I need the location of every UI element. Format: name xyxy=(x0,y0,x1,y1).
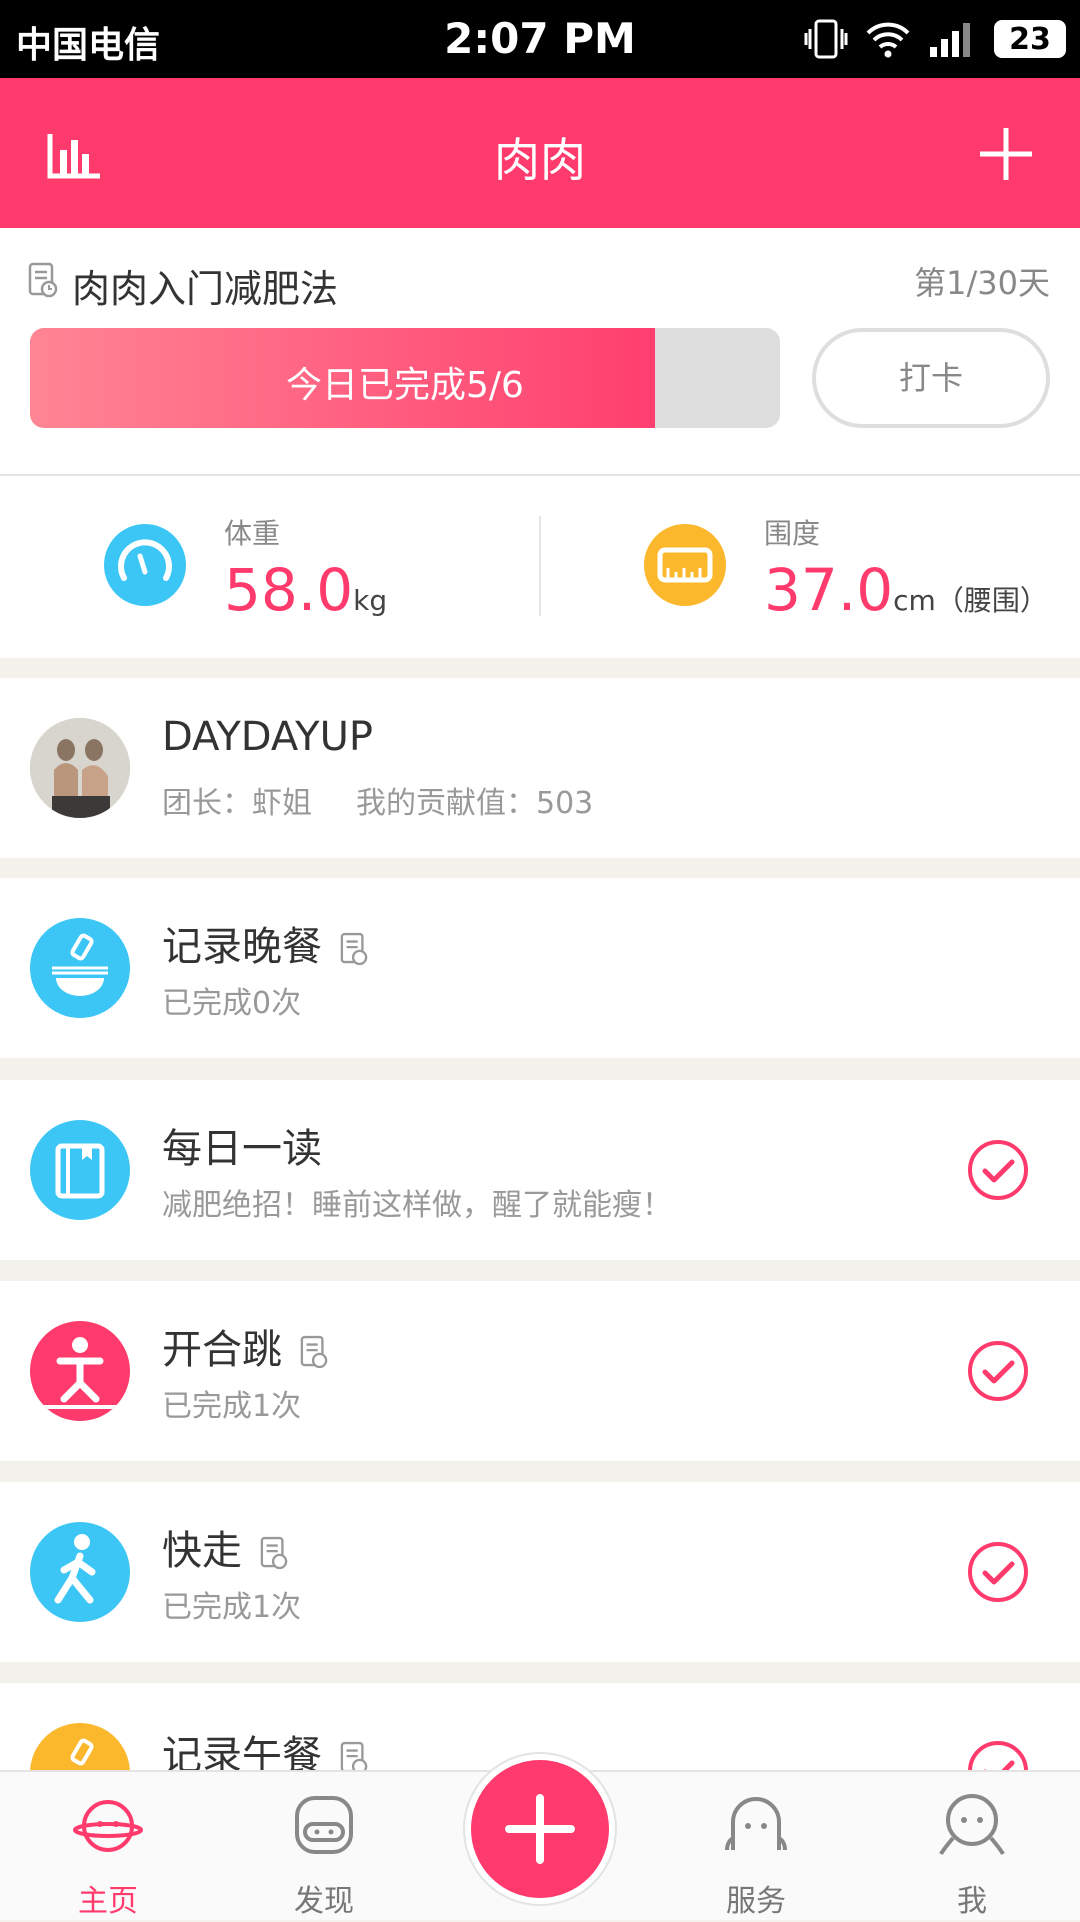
tab-label: 发现 xyxy=(294,1884,354,1919)
girth-metric[interactable]: 围度 37.0cm（腰围） xyxy=(540,476,1080,658)
group-contribution: 我的贡献值：503 xyxy=(356,786,594,821)
page-title: 肉肉 xyxy=(494,133,586,187)
group-leader: 团长：虾姐 xyxy=(162,786,312,821)
body-metrics: 体重 58.0kg 围度 37.0cm（腰围） xyxy=(0,476,1080,658)
discover-face-icon xyxy=(295,1796,353,1854)
status-icons: 23 xyxy=(804,16,1066,62)
weight-unit: kg xyxy=(353,584,388,617)
status-bar: 中国电信 2:07 PM 23 xyxy=(0,0,1080,78)
tape-measure-icon xyxy=(644,524,726,606)
check-circle-icon[interactable] xyxy=(966,1540,1030,1604)
daily-progress-bar: 今日已完成5/6 xyxy=(30,328,780,428)
check-circle-icon[interactable] xyxy=(966,1138,1030,1202)
progress-label: 今日已完成5/6 xyxy=(286,365,524,406)
girth-value: 37.0 xyxy=(764,556,894,624)
task-title-text: 记录晚餐 xyxy=(162,924,322,970)
group-name: DAYDAYUP xyxy=(162,714,373,760)
weight-value-row: 58.0kg xyxy=(224,556,387,624)
gauge-icon xyxy=(104,524,186,606)
jumping-jack-icon xyxy=(30,1321,130,1421)
plan-day-counter: 第1/30天 xyxy=(914,264,1050,302)
weight-caption: 体重 xyxy=(224,517,281,550)
group-card[interactable]: DAYDAYUP 团长：虾姐 我的贡献值：503 xyxy=(0,678,1080,858)
task-title-text: 快走 xyxy=(162,1528,242,1574)
home-face-icon xyxy=(73,1800,143,1852)
task-card[interactable]: 快走 已完成1次 xyxy=(0,1482,1080,1662)
checkin-button[interactable]: 打卡 xyxy=(812,328,1050,428)
task-subtitle: 已完成0次 xyxy=(162,986,302,1021)
plus-icon xyxy=(505,1794,575,1864)
walking-icon xyxy=(30,1522,130,1622)
signal-icon xyxy=(930,23,970,57)
task-card[interactable]: 每日一读 减肥绝招！睡前这样做，醒了就能瘦！ xyxy=(0,1080,1080,1260)
girth-note: （腰围） xyxy=(935,584,1048,617)
weight-value: 58.0 xyxy=(224,556,354,624)
weight-metric[interactable]: 体重 58.0kg xyxy=(0,476,540,658)
task-title-text: 开合跳 xyxy=(162,1327,282,1373)
task-title: 开合跳 xyxy=(162,1317,328,1375)
doc-schedule-icon xyxy=(340,932,368,966)
me-face-icon xyxy=(939,1794,1005,1855)
bowl-icon xyxy=(30,918,130,1018)
girth-unit: cm xyxy=(893,584,936,617)
doc-schedule-icon xyxy=(260,1536,288,1570)
doc-schedule-icon xyxy=(300,1335,328,1369)
group-avatar xyxy=(30,718,130,818)
tab-home[interactable]: 主页 xyxy=(28,1772,188,1922)
plan-doc-icon xyxy=(28,262,58,298)
tab-label: 服务 xyxy=(726,1884,786,1919)
girth-value-row: 37.0cm（腰围） xyxy=(764,556,1048,624)
add-icon[interactable] xyxy=(976,124,1036,184)
task-card[interactable]: 开合跳 已完成1次 xyxy=(0,1281,1080,1461)
plan-card[interactable]: 肉肉入门减肥法 第1/30天 今日已完成5/6 打卡 xyxy=(0,228,1080,476)
center-add-button[interactable] xyxy=(465,1754,615,1904)
wifi-icon xyxy=(866,22,910,58)
task-subtitle: 减肥绝招！睡前这样做，醒了就能瘦！ xyxy=(162,1188,672,1223)
book-icon xyxy=(30,1120,130,1220)
app-header: 肉肉 xyxy=(0,78,1080,228)
group-avatar-image xyxy=(30,718,130,818)
service-face-icon xyxy=(725,1797,787,1851)
group-meta: 团长：虾姐 我的贡献值：503 xyxy=(162,778,593,822)
tab-discover[interactable]: 发现 xyxy=(244,1772,404,1922)
task-subtitle: 已完成1次 xyxy=(162,1389,302,1424)
tab-label: 主页 xyxy=(78,1884,138,1919)
task-title: 每日一读 xyxy=(162,1126,322,1172)
tab-service[interactable]: 服务 xyxy=(676,1772,836,1922)
plan-name: 肉肉入门减肥法 xyxy=(72,267,339,311)
tab-me[interactable]: 我 xyxy=(892,1772,1052,1922)
tab-label: 我 xyxy=(957,1884,987,1919)
task-title: 快走 xyxy=(162,1518,288,1576)
task-subtitle: 已完成1次 xyxy=(162,1590,302,1625)
vibrate-icon xyxy=(804,19,848,59)
check-circle-icon[interactable] xyxy=(966,1339,1030,1403)
battery-indicator: 23 xyxy=(994,20,1066,58)
task-card[interactable]: 记录晚餐 已完成0次 xyxy=(0,878,1080,1058)
girth-caption: 围度 xyxy=(764,517,821,550)
task-title: 记录晚餐 xyxy=(162,914,368,972)
